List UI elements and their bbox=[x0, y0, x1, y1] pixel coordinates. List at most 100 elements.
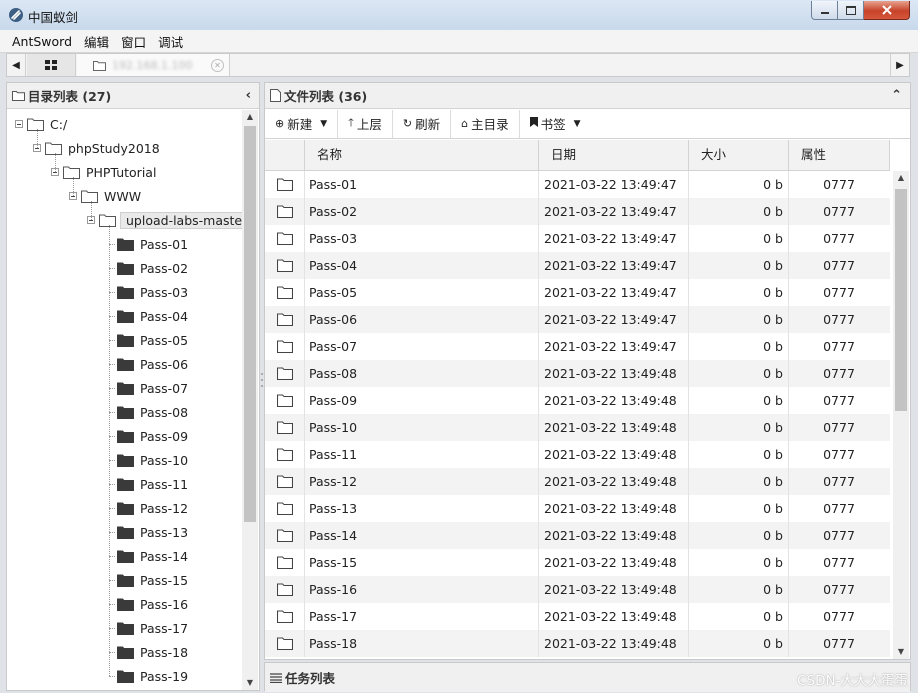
file-row[interactable]: Pass-04 2021-03-22 13:49:47 0 b 0777 bbox=[265, 252, 890, 279]
tab-scroll-left-button[interactable]: ◀ bbox=[7, 54, 26, 76]
file-size-cell: 0 b bbox=[689, 306, 789, 333]
tree-node[interactable]: WWW bbox=[69, 185, 141, 207]
tree-node[interactable]: Pass-10 bbox=[105, 449, 188, 471]
minimize-button[interactable] bbox=[811, 1, 838, 20]
maximize-button[interactable] bbox=[838, 1, 864, 20]
scroll-down-icon[interactable]: ▼ bbox=[893, 645, 909, 659]
tree-scroll-thumb[interactable] bbox=[244, 126, 256, 522]
tree-node[interactable]: Pass-14 bbox=[105, 545, 188, 567]
folder-open-icon bbox=[99, 214, 116, 227]
tab-scroll-right-button[interactable]: ▶ bbox=[890, 54, 909, 76]
file-size-cell: 0 b bbox=[689, 198, 789, 225]
menu-edit[interactable]: 编辑 bbox=[78, 32, 115, 51]
tree-node[interactable]: upload-labs-master bbox=[87, 209, 243, 231]
file-row[interactable]: Pass-02 2021-03-22 13:49:47 0 b 0777 bbox=[265, 198, 890, 225]
collapse-toggle-icon[interactable] bbox=[15, 120, 23, 128]
menu-antsword[interactable]: AntSword bbox=[0, 34, 78, 49]
tree-node[interactable]: Pass-11 bbox=[105, 473, 188, 495]
column-attr-header[interactable]: 属性 bbox=[789, 140, 890, 170]
collapse-up-icon[interactable]: ⌃ bbox=[891, 88, 902, 103]
tree-connector-line bbox=[109, 316, 115, 317]
file-row[interactable]: Pass-07 2021-03-22 13:49:47 0 b 0777 bbox=[265, 333, 890, 360]
refresh-button[interactable]: ↻ 刷新 bbox=[393, 109, 452, 138]
file-toolbar: ⊕ 新建 ▼ 🡑 上层 ↻ 刷新 ⌂ 主目录 书签 ▼ bbox=[265, 109, 910, 139]
file-name-cell: Pass-02 bbox=[305, 198, 539, 225]
file-row[interactable]: Pass-18 2021-03-22 13:49:48 0 b 0777 bbox=[265, 630, 890, 657]
file-name-cell: Pass-16 bbox=[305, 576, 539, 603]
file-attr-cell: 0777 bbox=[823, 258, 855, 273]
tree-node[interactable]: Pass-15 bbox=[105, 569, 188, 591]
file-row[interactable]: Pass-12 2021-03-22 13:49:48 0 b 0777 bbox=[265, 468, 890, 495]
window-titlebar[interactable]: 中国蚁剑 bbox=[0, 0, 918, 31]
home-button[interactable]: ⌂ 主目录 bbox=[451, 109, 520, 138]
file-row[interactable]: Pass-14 2021-03-22 13:49:48 0 b 0777 bbox=[265, 522, 890, 549]
tree-node[interactable]: Pass-13 bbox=[105, 521, 188, 543]
tree-connector-line bbox=[109, 340, 115, 341]
close-button[interactable] bbox=[864, 1, 910, 20]
file-row[interactable]: Pass-03 2021-03-22 13:49:47 0 b 0777 bbox=[265, 225, 890, 252]
tree-node[interactable]: Pass-03 bbox=[105, 281, 188, 303]
tree-scrollbar[interactable]: ▲ ▼ bbox=[242, 110, 258, 690]
menu-window[interactable]: 窗口 bbox=[115, 32, 152, 51]
file-name-cell: Pass-17 bbox=[305, 603, 539, 630]
tree-node[interactable]: Pass-17 bbox=[105, 617, 188, 639]
file-attr-cell: 0777 bbox=[823, 339, 855, 354]
tree-node[interactable]: PHPTutorial bbox=[51, 161, 156, 183]
file-row[interactable]: Pass-05 2021-03-22 13:49:47 0 b 0777 bbox=[265, 279, 890, 306]
file-size-cell: 0 b bbox=[689, 414, 789, 441]
tree-node[interactable]: Pass-06 bbox=[105, 353, 188, 375]
file-row[interactable]: Pass-01 2021-03-22 13:49:47 0 b 0777 bbox=[265, 171, 890, 198]
file-row[interactable]: Pass-13 2021-03-22 13:49:48 0 b 0777 bbox=[265, 495, 890, 522]
tab-close-icon[interactable]: ✕ bbox=[211, 59, 224, 72]
file-row[interactable]: Pass-08 2021-03-22 13:49:48 0 b 0777 bbox=[265, 360, 890, 387]
tab-shell-session[interactable]: 192.168.1.100 ✕ bbox=[77, 54, 230, 76]
menu-debug[interactable]: 调试 bbox=[152, 32, 189, 51]
tree-connector-line bbox=[109, 604, 115, 605]
tree-node[interactable]: C:/ bbox=[15, 113, 67, 135]
tree-connector-line bbox=[109, 556, 115, 557]
tree-node[interactable]: Pass-19 bbox=[105, 665, 188, 687]
file-row[interactable]: Pass-09 2021-03-22 13:49:48 0 b 0777 bbox=[265, 387, 890, 414]
tree-node[interactable]: Pass-05 bbox=[105, 329, 188, 351]
tree-node[interactable]: Pass-01 bbox=[105, 233, 188, 255]
file-row[interactable]: Pass-16 2021-03-22 13:49:48 0 b 0777 bbox=[265, 576, 890, 603]
scroll-up-icon[interactable]: ▲ bbox=[893, 171, 909, 185]
minimize-icon bbox=[820, 11, 829, 14]
file-grid-scrollbar[interactable]: ▲ ▼ bbox=[893, 171, 909, 659]
tree-node[interactable]: Pass-16 bbox=[105, 593, 188, 615]
file-row[interactable]: Pass-06 2021-03-22 13:49:47 0 b 0777 bbox=[265, 306, 890, 333]
tab-home[interactable] bbox=[27, 54, 76, 76]
tree-node[interactable]: Pass-07 bbox=[105, 377, 188, 399]
tree-node[interactable]: Pass-08 bbox=[105, 401, 188, 423]
folder-icon bbox=[117, 550, 134, 563]
column-name-header[interactable]: 名称 bbox=[305, 140, 539, 170]
column-icon-header bbox=[265, 140, 305, 170]
tree-node[interactable]: phpStudy2018 bbox=[33, 137, 160, 159]
tree-node[interactable]: Pass-12 bbox=[105, 497, 188, 519]
folder-outline-icon bbox=[265, 171, 305, 198]
file-row[interactable]: Pass-15 2021-03-22 13:49:48 0 b 0777 bbox=[265, 549, 890, 576]
collapse-left-icon[interactable]: ‹ bbox=[246, 88, 251, 103]
up-button[interactable]: 🡑 上层 bbox=[338, 109, 393, 138]
tree-node-label: Pass-15 bbox=[140, 572, 189, 588]
tree-node[interactable]: Pass-04 bbox=[105, 305, 188, 327]
scroll-up-icon[interactable]: ▲ bbox=[242, 110, 258, 124]
bookmark-button[interactable]: 书签 ▼ bbox=[520, 110, 591, 138]
new-button[interactable]: ⊕ 新建 ▼ bbox=[265, 109, 339, 138]
tree-node[interactable]: Pass-18 bbox=[105, 641, 188, 663]
tree-node-label: Pass-18 bbox=[140, 644, 189, 660]
file-row[interactable]: Pass-17 2021-03-22 13:49:48 0 b 0777 bbox=[265, 603, 890, 630]
file-row[interactable]: Pass-11 2021-03-22 13:49:48 0 b 0777 bbox=[265, 441, 890, 468]
column-date-header[interactable]: 日期 bbox=[539, 140, 689, 170]
folder-outline-icon bbox=[12, 90, 25, 101]
file-row[interactable]: Pass-10 2021-03-22 13:49:48 0 b 0777 bbox=[265, 414, 890, 441]
close-icon bbox=[881, 5, 892, 15]
file-date-cell: 2021-03-22 13:49:48 bbox=[539, 468, 689, 495]
file-attr-cell: 0777 bbox=[823, 231, 855, 246]
folder-icon bbox=[117, 646, 134, 659]
tree-node[interactable]: Pass-09 bbox=[105, 425, 188, 447]
column-size-header[interactable]: 大小 bbox=[689, 140, 789, 170]
scroll-down-icon[interactable]: ▼ bbox=[242, 676, 258, 690]
file-grid-scroll-thumb[interactable] bbox=[895, 189, 907, 411]
tree-node[interactable]: Pass-02 bbox=[105, 257, 188, 279]
